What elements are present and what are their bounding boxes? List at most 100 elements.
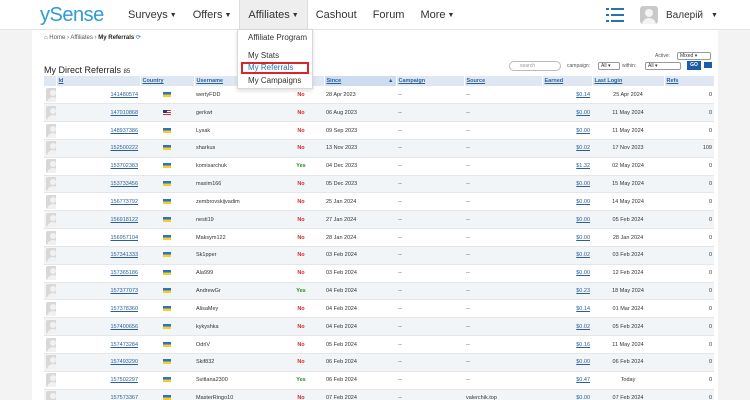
user-avatar-icon xyxy=(46,390,56,400)
referral-id-link[interactable]: 156918122 xyxy=(110,217,138,223)
go-button[interactable]: GO xyxy=(687,61,701,70)
username-cell: maxim166 xyxy=(194,175,278,194)
earned-amount-link[interactable]: $0.14 xyxy=(576,306,590,312)
referral-id-link[interactable]: 153733456 xyxy=(110,181,138,187)
column-header-label: Username xyxy=(196,78,224,84)
menu-item-affiliate-program[interactable]: Affiliate Program xyxy=(248,33,307,42)
breadcrumb-home[interactable]: Home xyxy=(49,35,65,41)
source-cell: -- xyxy=(464,264,542,283)
top-navbar: ySense Surveys ▼ Offers ▼ Affiliates ▼ Cashout… xyxy=(0,0,750,30)
task-list-icon[interactable] xyxy=(606,7,624,23)
refresh-icon[interactable]: ⟳ xyxy=(136,35,141,41)
column-header-earned[interactable]: Earned xyxy=(542,76,593,86)
earned-amount-link[interactable]: $0.00 xyxy=(576,359,590,365)
main-nav: Surveys ▼ Offers ▼ Affiliates ▼ Cashout Forum Mo… xyxy=(120,0,462,30)
nav-item-offers[interactable]: Offers ▼ xyxy=(185,0,240,30)
nav-item-more[interactable]: More ▼ xyxy=(412,0,462,30)
referral-id-link[interactable]: 157400656 xyxy=(110,324,138,330)
referral-id-link[interactable]: 147010868 xyxy=(110,110,138,116)
earned-amount-link[interactable]: $0.14 xyxy=(576,92,590,98)
active-filter-label: Active: xyxy=(655,53,671,59)
earned-amount-link[interactable]: $0.47 xyxy=(576,377,590,383)
referral-id-cell: 148937386 xyxy=(56,121,140,140)
earned-amount-link[interactable]: $0.00 xyxy=(576,270,590,276)
nav-item-cashout[interactable]: Cashout xyxy=(308,0,365,30)
earned-amount-link[interactable]: $0.02 xyxy=(576,252,590,258)
since-date-cell: 03 Feb 2024 xyxy=(324,246,396,265)
column-header-label: Since xyxy=(326,78,342,84)
referral-id-link[interactable]: 157341333 xyxy=(110,252,138,258)
ukraine-flag-icon xyxy=(163,145,171,151)
source-cell: -- xyxy=(464,317,542,337)
earned-cell: $0.02 xyxy=(542,317,592,337)
earned-cell: $0.00 xyxy=(542,175,592,194)
referral-id-link[interactable]: 157493290 xyxy=(110,359,138,365)
referral-id-link[interactable]: 141480574 xyxy=(110,92,138,98)
referral-id-cell: 157573367 xyxy=(56,389,140,400)
source-cell: valerchik.top xyxy=(464,389,542,400)
avatar-cell xyxy=(44,192,56,212)
nav-item-surveys[interactable]: Surveys ▼ xyxy=(120,0,185,30)
menu-item-my-stats[interactable]: My Stats xyxy=(248,51,279,60)
source-cell: -- xyxy=(464,121,542,140)
source-cell: -- xyxy=(464,103,542,123)
user-avatar-icon xyxy=(46,248,56,263)
referral-id-link[interactable]: 157378360 xyxy=(110,306,138,312)
earned-amount-link[interactable]: $0.00 xyxy=(576,181,590,187)
nav-item-label: More xyxy=(420,9,446,21)
referral-id-link[interactable]: 157502297 xyxy=(110,377,138,383)
earned-amount-link[interactable]: $0.00 xyxy=(576,199,590,205)
source-cell: -- xyxy=(464,86,542,105)
referral-id-link[interactable]: 157365186 xyxy=(110,270,138,276)
earned-amount-link[interactable]: $0.02 xyxy=(576,324,590,330)
menu-item-my-campaigns[interactable]: My Campaigns xyxy=(248,76,301,85)
earned-amount-link[interactable]: $0.02 xyxy=(576,145,590,151)
earned-amount-link[interactable]: $1.32 xyxy=(576,163,590,169)
search-input[interactable]: search xyxy=(509,61,561,71)
column-header-id[interactable]: Id xyxy=(56,76,141,86)
ysense-logo[interactable]: ySense xyxy=(40,4,104,27)
column-header-last-login[interactable]: Last Login xyxy=(592,76,665,86)
since-date-cell: 05 Dec 2023 xyxy=(324,175,396,194)
last-login-cell: 07 Feb 2024 xyxy=(592,389,664,400)
since-date-cell: 09 Sep 2023 xyxy=(324,121,396,140)
referral-id-link[interactable]: 153702383 xyxy=(110,163,138,169)
column-header-country[interactable]: Country xyxy=(140,76,195,86)
campaign-filter-value: All xyxy=(601,63,607,69)
avatar-cell xyxy=(44,157,56,176)
column-header-since[interactable]: Since ▲ xyxy=(324,76,397,86)
earned-amount-link[interactable]: $0.00 xyxy=(576,128,590,134)
column-header-label: Earned xyxy=(544,78,564,84)
username-cell: kykyshka xyxy=(194,317,278,337)
referral-id-cell: 156957104 xyxy=(56,228,140,247)
column-header-label: Id xyxy=(58,78,64,84)
referral-id-link[interactable]: 157473284 xyxy=(110,342,138,348)
column-header-campaign[interactable]: Campaign xyxy=(396,76,465,86)
referral-id-link[interactable]: 157377073 xyxy=(110,288,138,294)
referral-id-link[interactable]: 152500222 xyxy=(110,145,138,151)
earned-amount-link[interactable]: $0.00 xyxy=(576,110,590,116)
active-filter-select[interactable]: Mixed ▾ xyxy=(677,52,711,60)
referral-id-link[interactable]: 157573367 xyxy=(110,395,138,400)
referral-id-link[interactable]: 156957104 xyxy=(110,235,138,241)
referral-id-link[interactable]: 148937386 xyxy=(110,128,138,134)
referral-id-link[interactable]: 156773792 xyxy=(110,199,138,205)
export-icon[interactable] xyxy=(704,62,712,68)
breadcrumb-affiliates[interactable]: Affiliates xyxy=(70,35,93,41)
active-status-cell: No xyxy=(278,335,324,354)
column-header-source[interactable]: Source xyxy=(464,76,543,86)
nav-item-forum[interactable]: Forum xyxy=(365,0,413,30)
nav-item-affiliates[interactable]: Affiliates ▼ xyxy=(239,0,308,30)
active-filter-value: Mixed xyxy=(680,53,694,59)
earned-amount-link[interactable]: $0.16 xyxy=(576,342,590,348)
user-menu[interactable]: Валерій ▼ xyxy=(640,5,718,25)
last-login-cell: 06 Feb 2024 xyxy=(592,353,664,372)
column-header-refs[interactable]: Refs xyxy=(664,76,715,86)
earned-amount-link[interactable]: $0.00 xyxy=(576,235,590,241)
earned-amount-link[interactable]: $0.23 xyxy=(576,288,590,294)
campaign-filter-select[interactable]: All ▾ xyxy=(598,62,620,70)
earned-amount-link[interactable]: $0.00 xyxy=(576,217,590,223)
within-filter-select[interactable]: All ▾ xyxy=(645,62,681,70)
earned-amount-link[interactable]: $0.00 xyxy=(576,395,590,400)
avatar-cell xyxy=(44,371,56,390)
